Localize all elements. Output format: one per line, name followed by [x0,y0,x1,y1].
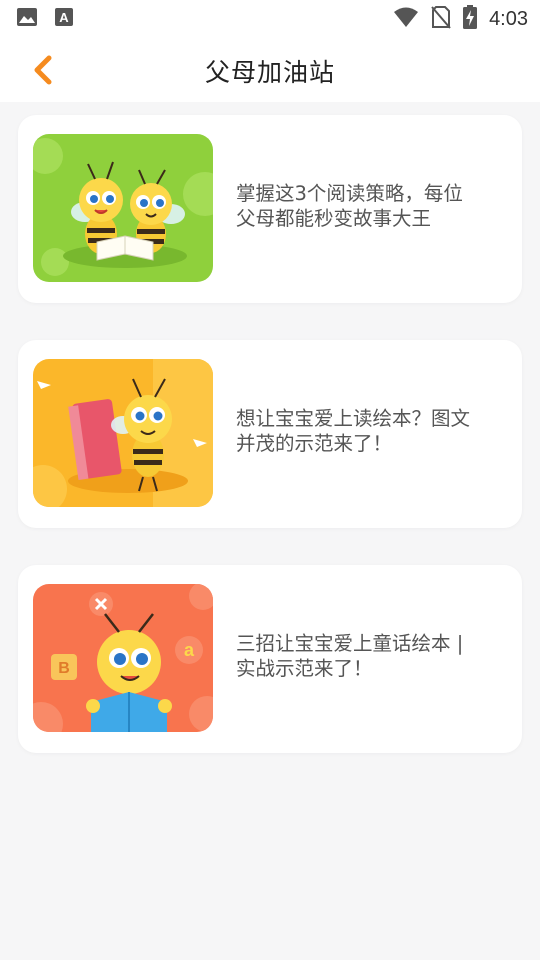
article-card[interactable]: B a 三招让宝宝爱上童话绘本 | 实战示范来了！ [18,565,522,753]
status-bar: A 4:03 [0,0,540,36]
bee-with-red-book-image [33,359,213,507]
status-time: 4:03 [489,7,528,30]
article-title: 想让宝宝爱上读绘本？图文 并茂的示范来了！ [236,407,471,455]
article-thumbnail [33,134,213,282]
article-thumbnail [33,359,213,507]
wifi-icon [393,6,419,32]
battery-charging-icon [463,5,478,33]
two-bees-reading-image [33,134,213,282]
bee-reading-blue-book-image: B a [33,584,213,732]
svg-text:B: B [58,660,70,677]
svg-text:a: a [184,640,195,660]
font-notification-icon: A [54,7,74,31]
image-notification-icon [16,7,38,31]
article-thumbnail: B a [33,584,213,732]
header-bar: 父母加油站 [0,36,540,102]
article-card[interactable]: 掌握这3个阅读策略，每位 父母都能秒变故事大王 [18,115,522,303]
svg-text:A: A [59,10,69,25]
no-sim-icon [431,5,451,33]
article-card[interactable]: 想让宝宝爱上读绘本？图文 并茂的示范来了！ [18,340,522,528]
page-title: 父母加油站 [204,58,335,87]
article-title: 三招让宝宝爱上童话绘本 | 实战示范来了！ [236,632,464,680]
article-title: 掌握这3个阅读策略，每位 父母都能秒变故事大王 [236,182,463,230]
